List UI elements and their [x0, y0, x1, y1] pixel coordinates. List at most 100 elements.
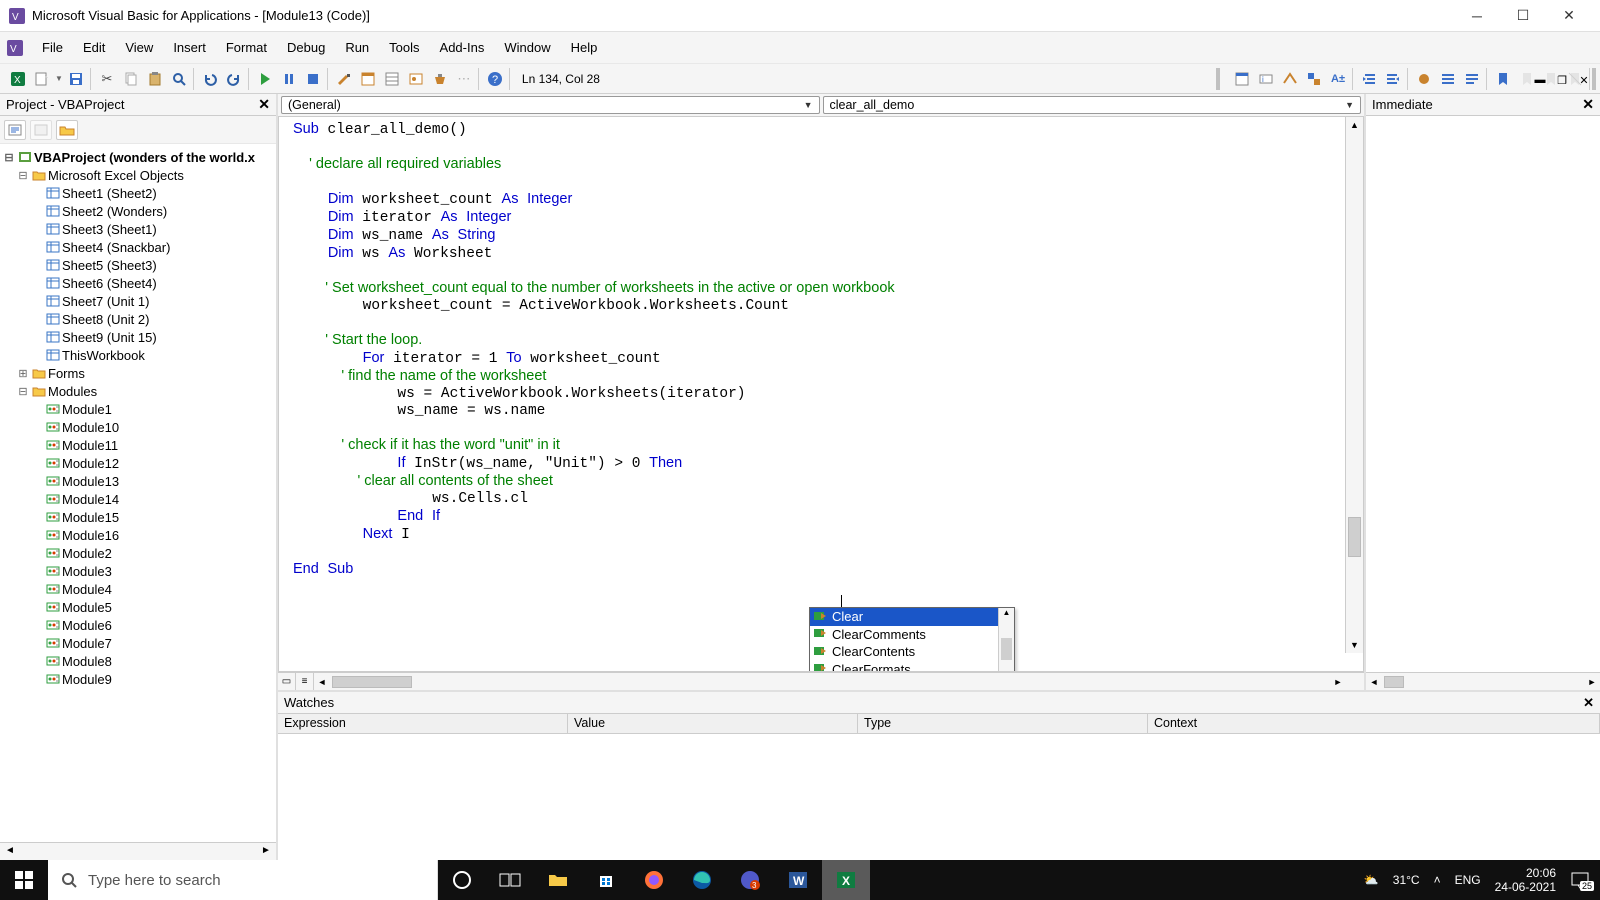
paste-button[interactable]: [144, 68, 166, 90]
scrollbar-thumb[interactable]: [1001, 638, 1012, 660]
intellisense-item[interactable]: ClearContents: [810, 643, 1014, 661]
scroll-left-icon[interactable]: ◄: [314, 677, 330, 687]
copy-button[interactable]: [120, 68, 142, 90]
bookmark-toggle-button[interactable]: [1492, 68, 1514, 90]
outdent-button[interactable]: [1358, 68, 1380, 90]
scroll-right-icon[interactable]: ►: [1330, 677, 1346, 687]
menu-help[interactable]: Help: [561, 36, 608, 59]
break-button[interactable]: [278, 68, 300, 90]
watches-col-type[interactable]: Type: [858, 714, 1148, 733]
intellisense-item[interactable]: ClearComments: [810, 626, 1014, 644]
watches-close-button[interactable]: ✕: [1583, 695, 1594, 711]
watches-body[interactable]: [278, 734, 1600, 860]
tree-item[interactable]: Sheet7 (Unit 1): [2, 292, 274, 310]
start-button[interactable]: [0, 860, 48, 900]
tree-item[interactable]: Module16: [2, 526, 274, 544]
parameter-info-button[interactable]: [1279, 68, 1301, 90]
cortana-icon[interactable]: [438, 860, 486, 900]
tree-item[interactable]: ⊟VBAProject (wonders of the world.x: [2, 148, 274, 166]
insert-item-button[interactable]: [31, 68, 53, 90]
tree-item[interactable]: Sheet4 (Snackbar): [2, 238, 274, 256]
view-code-button[interactable]: [4, 120, 26, 140]
tree-item[interactable]: Module13: [2, 472, 274, 490]
watches-col-value[interactable]: Value: [568, 714, 858, 733]
tree-item[interactable]: Module2: [2, 544, 274, 562]
menu-add-ins[interactable]: Add-Ins: [430, 36, 495, 59]
tree-item[interactable]: Sheet3 (Sheet1): [2, 220, 274, 238]
reset-button[interactable]: [302, 68, 324, 90]
tree-item[interactable]: Module10: [2, 418, 274, 436]
toolbox-button[interactable]: [429, 68, 451, 90]
scroll-up-icon[interactable]: ▲: [999, 608, 1014, 622]
code-v-scrollbar[interactable]: ▲ ▼: [1345, 117, 1363, 653]
design-mode-button[interactable]: [333, 68, 355, 90]
tree-item[interactable]: Module15: [2, 508, 274, 526]
tree-item[interactable]: Module9: [2, 670, 274, 688]
tree-item[interactable]: ⊟Modules: [2, 382, 274, 400]
code-h-scrollbar[interactable]: ◄ ►: [314, 673, 1346, 690]
tree-item[interactable]: Sheet2 (Wonders): [2, 202, 274, 220]
weather-icon[interactable]: ⛅: [1364, 873, 1379, 887]
file-explorer-icon[interactable]: [534, 860, 582, 900]
menu-tools[interactable]: Tools: [379, 36, 429, 59]
save-button[interactable]: [65, 68, 87, 90]
breakpoint-button[interactable]: [1413, 68, 1435, 90]
intellisense-item[interactable]: ClearFormats: [810, 661, 1014, 673]
view-excel-button[interactable]: X: [7, 68, 29, 90]
quick-info-button[interactable]: i: [1255, 68, 1277, 90]
tree-item[interactable]: Module4: [2, 580, 274, 598]
tree-item[interactable]: Module3: [2, 562, 274, 580]
temperature[interactable]: 31°C: [1393, 873, 1420, 887]
scroll-right-icon[interactable]: ►: [1584, 677, 1600, 687]
find-button[interactable]: [168, 68, 190, 90]
task-view-icon[interactable]: [486, 860, 534, 900]
scroll-left-icon[interactable]: ◄: [1366, 677, 1382, 687]
object-dropdown[interactable]: (General) ▼: [281, 96, 820, 114]
tree-item[interactable]: Module8: [2, 652, 274, 670]
intellisense-popup[interactable]: ClearClearCommentsClearContentsClearForm…: [809, 607, 1015, 672]
tree-item[interactable]: Module7: [2, 634, 274, 652]
tree-item[interactable]: Sheet5 (Sheet3): [2, 256, 274, 274]
tree-item[interactable]: Module14: [2, 490, 274, 508]
taskbar-search[interactable]: Type here to search: [48, 860, 438, 900]
watches-col-context[interactable]: Context: [1148, 714, 1600, 733]
menu-window[interactable]: Window: [494, 36, 560, 59]
close-button[interactable]: ✕: [1546, 0, 1592, 32]
procedure-view-button[interactable]: ▭: [278, 673, 296, 690]
a-plus-button[interactable]: A±: [1327, 68, 1349, 90]
clock[interactable]: 20:06 24-06-2021: [1495, 866, 1556, 894]
tree-item[interactable]: ⊞Forms: [2, 364, 274, 382]
tree-item[interactable]: ThisWorkbook: [2, 346, 274, 364]
tree-item[interactable]: Sheet1 (Sheet2): [2, 184, 274, 202]
project-panel-close-button[interactable]: ✕: [258, 96, 270, 113]
firefox-icon[interactable]: [630, 860, 678, 900]
maximize-button[interactable]: ☐: [1500, 0, 1546, 32]
notifications-icon[interactable]: 25: [1570, 871, 1590, 889]
menu-view[interactable]: View: [115, 36, 163, 59]
scrollbar-thumb[interactable]: [1384, 676, 1404, 688]
comment-block-button[interactable]: [1437, 68, 1459, 90]
immediate-body[interactable]: [1366, 116, 1600, 672]
scroll-left-icon[interactable]: ◄: [2, 845, 18, 859]
intellisense-item[interactable]: Clear: [810, 608, 1014, 626]
word-icon[interactable]: W: [774, 860, 822, 900]
project-explorer-button[interactable]: [357, 68, 379, 90]
indent-button[interactable]: [1382, 68, 1404, 90]
menu-insert[interactable]: Insert: [163, 36, 216, 59]
tree-item[interactable]: Module6: [2, 616, 274, 634]
excel-icon[interactable]: X: [822, 860, 870, 900]
scrollbar-thumb[interactable]: [1348, 517, 1361, 557]
tree-item[interactable]: Sheet9 (Unit 15): [2, 328, 274, 346]
minimize-button[interactable]: ─: [1454, 0, 1500, 32]
scrollbar-thumb[interactable]: [332, 676, 412, 688]
code-editor[interactable]: Sub clear_all_demo() ' declare all requi…: [278, 116, 1364, 672]
undo-button[interactable]: [199, 68, 221, 90]
scroll-right-icon[interactable]: ►: [258, 845, 274, 859]
tree-item[interactable]: Sheet6 (Sheet4): [2, 274, 274, 292]
microsoft-store-icon[interactable]: [582, 860, 630, 900]
intellisense-scrollbar[interactable]: ▲ ▼: [998, 608, 1014, 672]
view-object-button[interactable]: [30, 120, 52, 140]
help-button[interactable]: ?: [484, 68, 506, 90]
immediate-h-scrollbar[interactable]: ◄ ►: [1366, 672, 1600, 690]
redo-button[interactable]: [223, 68, 245, 90]
